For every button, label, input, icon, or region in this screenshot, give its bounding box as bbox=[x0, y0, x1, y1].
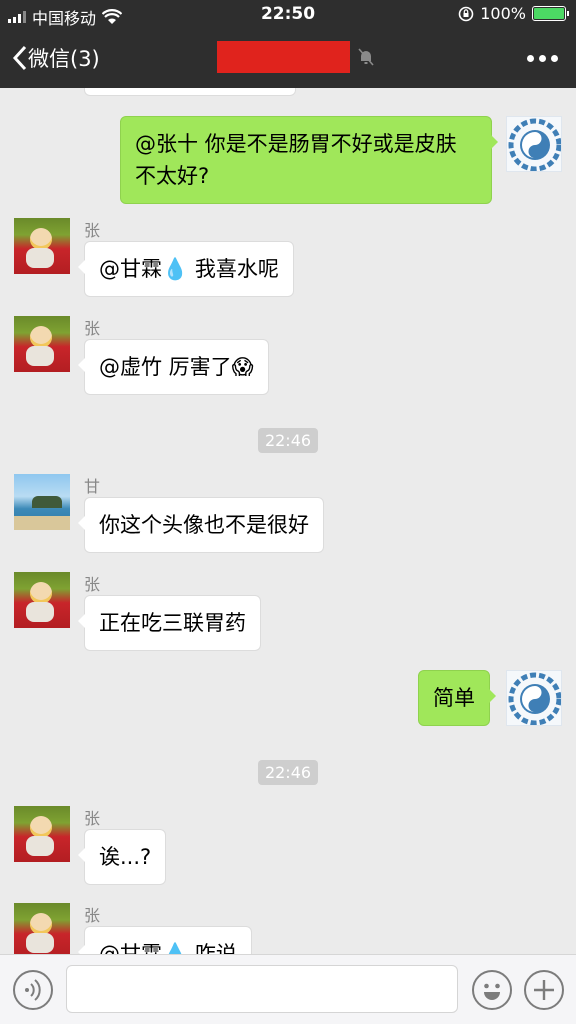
battery-icon bbox=[532, 6, 569, 21]
message-bubble[interactable]: @甘霖💧 我喜水呢 bbox=[78, 241, 294, 297]
message-bubble[interactable]: @张十 你是不是肠胃不好或是皮肤 不太好? bbox=[120, 116, 498, 204]
message-text: 你这个头像也不是很好 bbox=[99, 513, 309, 537]
back-label: 微信(3) bbox=[28, 47, 100, 71]
battery-percent: 100% bbox=[480, 4, 526, 23]
more-options-button[interactable] bbox=[527, 55, 558, 62]
message-text: 诶...? bbox=[99, 845, 152, 869]
mute-bell-icon bbox=[358, 48, 374, 66]
status-bar: 中国移动 22:50 100% bbox=[0, 0, 576, 30]
smiley-icon bbox=[484, 983, 500, 1000]
emoji-button[interactable] bbox=[472, 970, 512, 1010]
timestamp: 22:46 bbox=[0, 428, 576, 453]
voice-icon bbox=[25, 979, 41, 1001]
chevron-left-icon bbox=[12, 45, 27, 71]
sender-avatar[interactable] bbox=[14, 903, 70, 954]
my-avatar[interactable] bbox=[506, 116, 562, 172]
my-avatar[interactable] bbox=[506, 670, 562, 726]
nav-bar: 微信(3) bbox=[0, 30, 576, 88]
message-bubble[interactable]: @甘霖💧 咋说 bbox=[78, 926, 252, 954]
rotation-lock-icon bbox=[458, 6, 474, 21]
message-bubble[interactable]: 诶...? bbox=[77, 829, 167, 885]
message-input[interactable] bbox=[66, 965, 458, 1013]
redacted-title bbox=[217, 41, 350, 73]
sender-avatar[interactable] bbox=[14, 218, 70, 274]
message-text: @甘霖💧 我喜水呢 bbox=[99, 257, 279, 281]
message-text: @虚竹 厉害了😱 bbox=[99, 355, 254, 379]
voice-button[interactable] bbox=[13, 970, 53, 1010]
input-bar bbox=[0, 954, 576, 1024]
back-button[interactable]: 微信(3) bbox=[12, 43, 100, 73]
message-bubble[interactable]: @虚竹 厉害了😱 bbox=[78, 339, 269, 395]
sender-avatar[interactable] bbox=[14, 572, 70, 628]
sender-avatar[interactable] bbox=[14, 316, 70, 372]
message-bubble[interactable]: 你这个头像也不是很好 bbox=[78, 497, 324, 553]
message-text: 简单 bbox=[433, 686, 475, 710]
message-bubble[interactable]: 简单 bbox=[418, 670, 496, 726]
sender-avatar[interactable] bbox=[14, 474, 70, 530]
timestamp: 22:46 bbox=[0, 760, 576, 785]
message-bubble[interactable]: 正在吃三联胃药 bbox=[78, 595, 261, 651]
message-text: 不太好? bbox=[135, 164, 210, 188]
plus-icon bbox=[534, 980, 554, 1000]
bagua-logo-icon bbox=[508, 118, 561, 171]
message-text: @张十 你是不是肠胃不好或是皮肤 bbox=[135, 132, 457, 156]
chat-area[interactable]: @张十 你是不是肠胃不好或是皮肤 不太好? 张十 @甘霖💧 我喜水呢 张十 @虚… bbox=[0, 88, 576, 954]
message-text: 正在吃三联胃药 bbox=[99, 611, 246, 635]
partial-message-bubble bbox=[84, 88, 296, 96]
status-right: 100% bbox=[458, 4, 569, 23]
sender-avatar[interactable] bbox=[14, 806, 70, 862]
message-text: @甘霖💧 咋说 bbox=[99, 942, 237, 954]
plus-button[interactable] bbox=[524, 970, 564, 1010]
bagua-logo-icon bbox=[508, 672, 561, 725]
